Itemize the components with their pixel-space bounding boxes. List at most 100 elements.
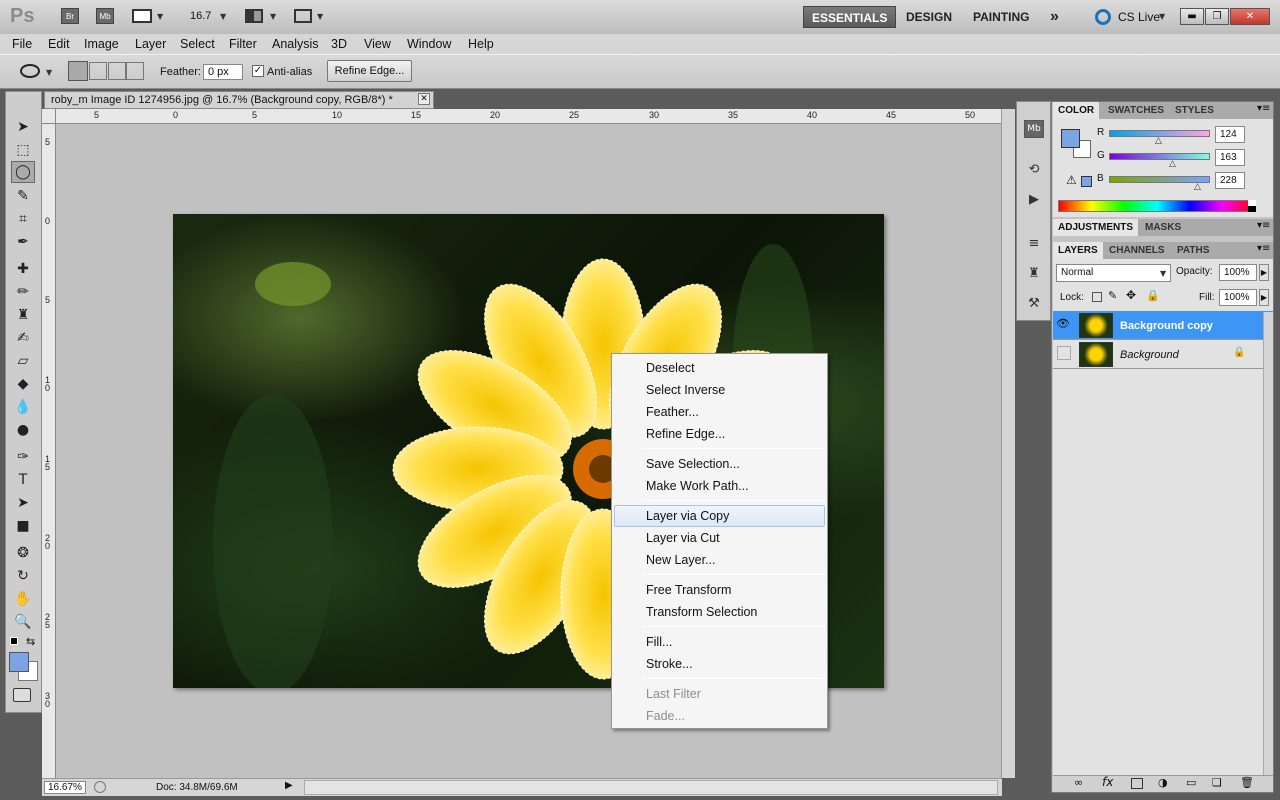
tool-presets-icon[interactable]: ⚒ [1024,296,1044,314]
menu-view[interactable]: View [364,37,391,51]
color-foreground-swatch[interactable] [1061,129,1080,148]
new-selection-icon[interactable] [68,61,88,81]
arrange-caret-icon[interactable]: ▼ [270,12,276,21]
actions-panel-icon[interactable]: ▶ [1024,192,1044,210]
menu-filter[interactable]: Filter [229,37,257,51]
hand-tool-icon[interactable]: ✋ [11,588,35,610]
context-item-new-layer[interactable]: New Layer... [614,549,825,571]
delete-layer-icon[interactable]: 🗑 [1240,776,1254,789]
pen-tool-icon[interactable]: ✑ [11,446,35,468]
workspace-design[interactable]: DESIGN [898,6,960,28]
bridge-icon[interactable]: Br [61,8,79,24]
blend-mode-select[interactable]: Normal [1056,264,1171,282]
mini-bridge-panel-icon[interactable]: Mb [1024,120,1044,138]
tab-layers[interactable]: LAYERS [1053,242,1103,259]
foreground-color-swatch[interactable] [9,652,29,672]
quick-mask-icon[interactable] [13,688,31,702]
quick-selection-tool-icon[interactable]: ✎ [11,185,35,207]
eyedropper-tool-icon[interactable]: ✒ [11,231,35,253]
history-panel-icon[interactable]: ⟲ [1024,162,1044,180]
3d-rotate-tool-icon[interactable]: ❂ [11,542,35,564]
color-panel-menu-icon[interactable]: ▾≡ [1257,103,1270,114]
marquee-tool-icon[interactable]: ⬚ [11,139,35,161]
r-slider-thumb[interactable]: △ [1155,136,1162,146]
menu-3d[interactable]: 3D [331,37,347,51]
tab-channels[interactable]: CHANNELS [1104,242,1170,259]
anti-alias-checkbox[interactable]: ✓ [252,65,264,77]
cs-live-label[interactable]: CS Live [1118,10,1160,24]
menu-layer[interactable]: Layer [135,37,166,51]
tab-swatches[interactable]: SWATCHES [1103,102,1169,119]
r-value-input[interactable]: 124 [1215,126,1245,143]
adjustments-menu-icon[interactable]: ▾≡ [1257,220,1270,231]
arrange-documents-icon[interactable] [245,9,263,23]
swap-colors-icon[interactable]: ⇆ [26,635,35,648]
context-item-save-selection[interactable]: Save Selection... [614,453,825,475]
blur-tool-icon[interactable]: 💧 [11,396,35,418]
layer-visibility-eye-icon[interactable]: 👁 [1056,317,1070,330]
color-ramp-black-white[interactable] [1248,200,1256,212]
gamut-color-chip[interactable] [1081,176,1092,187]
tab-color[interactable]: COLOR [1053,102,1100,119]
tool-preset-caret-icon[interactable]: ▼ [46,68,52,77]
workspace-painting[interactable]: PAINTING [965,6,1037,28]
layers-scrollbar[interactable] [1263,312,1273,790]
zoom-caret-icon[interactable]: ▼ [220,12,226,21]
cs-live-icon[interactable] [1095,9,1111,25]
crop-tool-icon[interactable]: ⌗ [11,208,35,230]
color-ramp-spectrum[interactable] [1058,200,1256,212]
layers-menu-icon[interactable]: ▾≡ [1257,243,1270,254]
3d-orbit-tool-icon[interactable]: ↻ [11,565,35,587]
b-value-input[interactable]: 228 [1215,172,1245,189]
restore-button[interactable]: ❐ [1205,8,1229,25]
healing-brush-tool-icon[interactable]: ✚ [11,258,35,280]
lock-all-icon[interactable]: 🔒 [1146,289,1160,302]
minimize-button[interactable]: ▬ [1180,8,1204,25]
brush-tool-icon[interactable]: ✏ [11,281,35,303]
mini-bridge-icon[interactable]: Mb [96,8,114,24]
context-item-feather[interactable]: Feather... [614,401,825,423]
opacity-input[interactable]: 100% [1219,264,1257,281]
context-item-refine-edge[interactable]: Refine Edge... [614,423,825,445]
g-value-input[interactable]: 163 [1215,149,1245,166]
menu-analysis[interactable]: Analysis [272,37,319,51]
screen-mode-caret-icon[interactable]: ▼ [317,12,323,21]
adjustment-layer-icon[interactable]: ◑ [1158,776,1168,789]
intersect-selection-icon[interactable] [126,62,144,80]
layer-name[interactable]: Background copy [1120,320,1213,332]
status-info-icon[interactable] [94,781,106,793]
lock-transparent-icon[interactable] [1092,292,1102,302]
zoom-percent-field[interactable]: 16.67% [44,781,86,794]
feather-input[interactable]: 0 px [203,64,243,80]
out-of-gamut-warning-icon[interactable]: ⚠ [1066,173,1077,187]
zoom-tool-icon[interactable]: 🔍 [11,611,35,633]
paint-bucket-tool-icon[interactable]: ◆ [11,373,35,395]
context-item-make-work-path[interactable]: Make Work Path... [614,475,825,497]
blend-mode-caret-icon[interactable]: ▼ [1160,269,1166,278]
context-item-deselect[interactable]: Deselect [614,357,825,379]
horizontal-scrollbar[interactable] [304,780,998,795]
add-mask-icon[interactable] [1131,778,1143,789]
lasso-tool-icon[interactable]: ◯ [11,161,35,183]
layer-visibility-box[interactable] [1057,346,1071,360]
cs-live-caret-icon[interactable]: ▼ [1159,12,1165,21]
fill-arrow-icon[interactable]: ▶ [1259,289,1269,306]
layer-style-icon[interactable]: fx [1102,775,1113,789]
extras-icon[interactable] [132,9,152,23]
tab-styles[interactable]: STYLES [1170,102,1219,119]
more-workspaces-icon[interactable]: » [1042,6,1067,28]
rectangle-tool-icon[interactable]: ■ [11,515,35,537]
screen-mode-icon[interactable] [294,9,312,23]
document-close-button[interactable]: ✕ [418,93,430,105]
workspace-essentials[interactable]: ESSENTIALS [803,6,897,28]
clone-source-icon[interactable]: ♜ [1024,266,1044,284]
ruler-origin[interactable] [42,109,56,124]
layer-name[interactable]: Background [1120,349,1179,361]
menu-window[interactable]: Window [407,37,451,51]
menu-image[interactable]: Image [84,37,119,51]
context-item-select-inverse[interactable]: Select Inverse [614,379,825,401]
context-item-free-transform[interactable]: Free Transform [614,579,825,601]
dodge-tool-icon[interactable]: ● [11,419,35,441]
status-menu-arrow-icon[interactable]: ▶ [285,780,293,791]
lasso-tool-preset-icon[interactable] [20,64,40,78]
